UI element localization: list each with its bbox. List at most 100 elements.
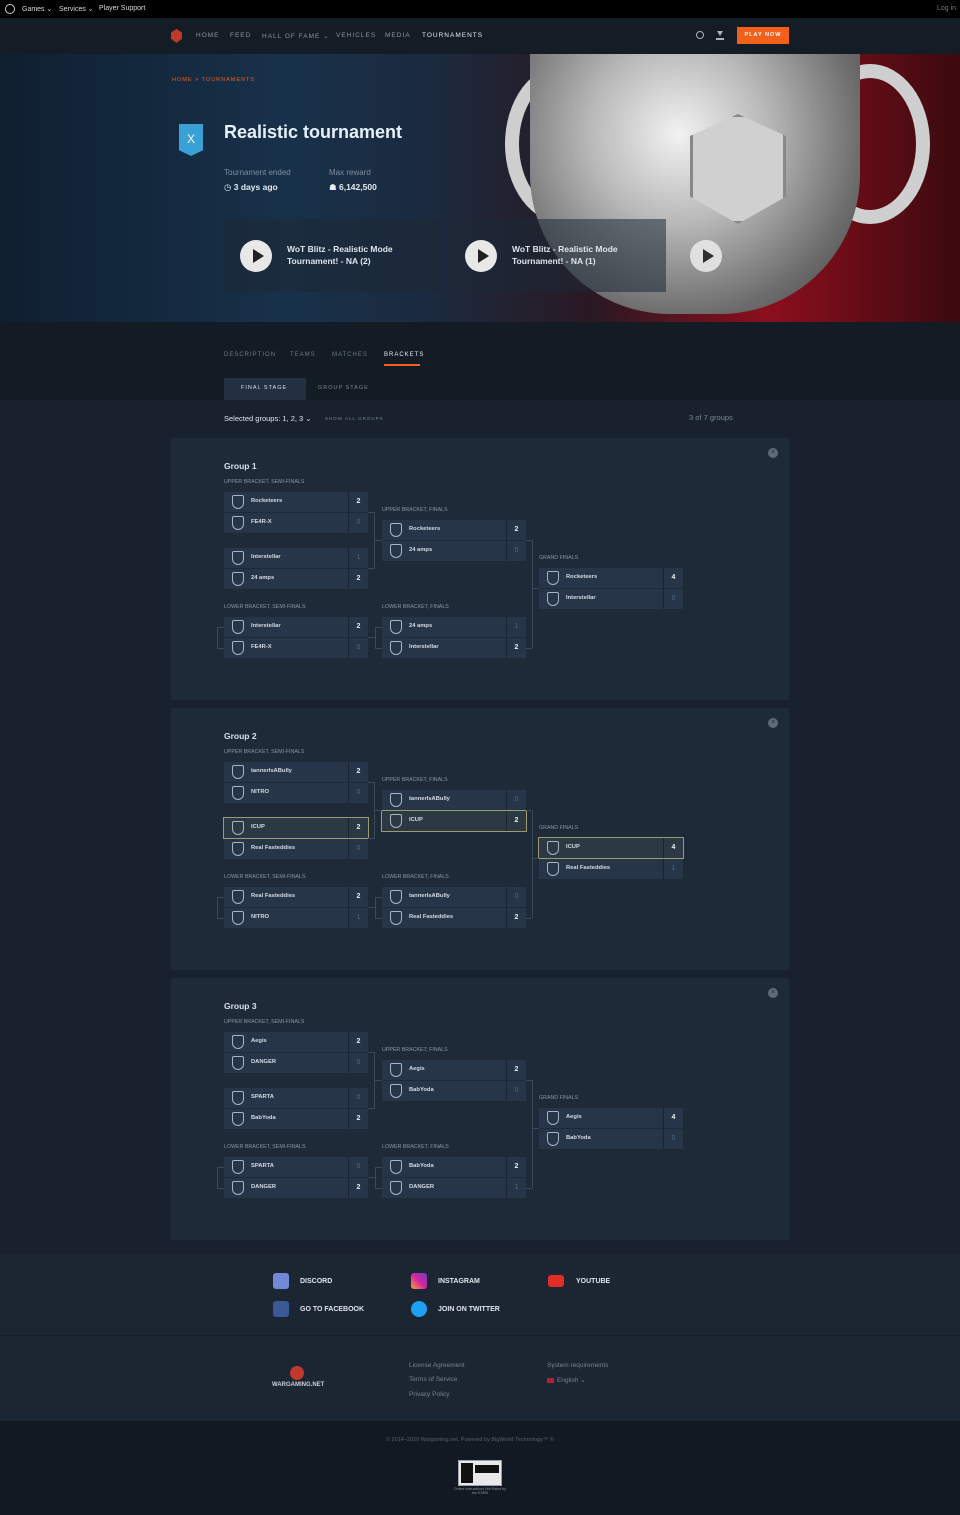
video-card-2[interactable]: WoT Blitz - Realistic Mode Tournament! -…: [449, 219, 666, 292]
close-icon[interactable]: ×: [768, 718, 778, 728]
team-row[interactable]: Interstellar 2: [382, 638, 526, 658]
team-row[interactable]: ICUP 4: [538, 837, 684, 859]
team-row[interactable]: BabYoda 0: [382, 1081, 526, 1101]
youtube-icon[interactable]: [548, 1275, 564, 1287]
play-icon[interactable]: [690, 240, 722, 272]
download-icon[interactable]: [716, 31, 724, 40]
instagram-link[interactable]: INSTAGRAM: [438, 1278, 480, 1285]
team-row[interactable]: Real Fasteddies 1: [539, 859, 683, 879]
team-row[interactable]: Real Fasteddies 2: [224, 887, 368, 907]
games-menu[interactable]: Games ⌄: [22, 5, 52, 13]
selected-groups-dropdown[interactable]: Selected groups: 1, 2, 3 ⌄: [224, 414, 312, 423]
play-icon[interactable]: [240, 240, 272, 272]
team-row[interactable]: NITRO 1: [224, 908, 368, 928]
rating-note: Online Interactions Not Rated by the ESR…: [454, 1487, 506, 1495]
license-link[interactable]: License Agreement: [409, 1362, 465, 1369]
discord-link[interactable]: DISCORD: [300, 1278, 332, 1285]
team-row[interactable]: FE4R-X 0: [224, 513, 368, 533]
team-row[interactable]: ICUP 2: [381, 810, 527, 832]
close-icon[interactable]: ×: [768, 448, 778, 458]
wargaming-logo-icon[interactable]: [5, 4, 15, 14]
team-row[interactable]: BabYoda 0: [539, 1129, 683, 1149]
team-row[interactable]: Rocketeers 2: [382, 520, 526, 540]
groups-count: 3 of 7 groups: [689, 413, 733, 422]
bracket-connector: [217, 1188, 224, 1189]
team-row[interactable]: Real Fasteddies 2: [382, 908, 526, 928]
team-row[interactable]: DANGER 1: [382, 1178, 526, 1198]
nav-media[interactable]: MEDIA: [385, 32, 411, 39]
video-card-1[interactable]: WoT Blitz - Realistic Mode Tournament! -…: [224, 219, 441, 292]
team-shield-icon: [232, 572, 244, 586]
tab-matches[interactable]: MATCHES: [332, 352, 368, 358]
nav-vehicles[interactable]: VEHICLES: [336, 32, 376, 39]
team-row[interactable]: DANGER 2: [224, 1178, 368, 1198]
login-link[interactable]: Log in: [937, 5, 956, 12]
twitter-link[interactable]: JOIN ON TWITTER: [438, 1306, 500, 1313]
team-row[interactable]: ICUP 2: [223, 817, 369, 839]
team-row[interactable]: Aegis 2: [382, 1060, 526, 1080]
nav-home[interactable]: HOME: [196, 32, 220, 39]
team-row[interactable]: tannerIsABully 0: [382, 887, 526, 907]
tab-teams[interactable]: TEAMS: [290, 352, 316, 358]
team-row[interactable]: 24 amps 2: [224, 569, 368, 589]
tab-brackets[interactable]: BRACKETS: [384, 352, 424, 358]
team-name: BabYoda: [251, 1115, 276, 1121]
twitter-icon[interactable]: [411, 1301, 427, 1317]
player-support-link[interactable]: Player Support: [99, 5, 145, 12]
team-row[interactable]: Interstellar 1: [224, 548, 368, 568]
page-title: Realistic tournament: [224, 122, 403, 142]
team-row[interactable]: Real Fasteddies 0: [224, 839, 368, 859]
privacy-link[interactable]: Privacy Policy: [409, 1391, 449, 1398]
play-now-button[interactable]: PLAY NOW: [737, 27, 789, 44]
facebook-icon[interactable]: [273, 1301, 289, 1317]
team-row[interactable]: Rocketeers 4: [539, 568, 683, 588]
group-title: Group 3: [224, 1001, 257, 1011]
close-icon[interactable]: ×: [768, 988, 778, 998]
team-row[interactable]: Aegis 2: [224, 1032, 368, 1052]
facebook-link[interactable]: GO TO FACEBOOK: [300, 1306, 364, 1313]
team-row[interactable]: 24 amps 1: [382, 617, 526, 637]
team-row[interactable]: Rocketeers 2: [224, 492, 368, 512]
team-shield-icon: [232, 551, 244, 565]
play-icon[interactable]: [465, 240, 497, 272]
team-row[interactable]: NITRO 0: [224, 783, 368, 803]
team-row[interactable]: Interstellar 2: [224, 617, 368, 637]
subtab-group-stage[interactable]: GROUP STAGE: [318, 385, 369, 391]
team-row[interactable]: Aegis 4: [539, 1108, 683, 1128]
search-icon[interactable]: [696, 31, 704, 39]
breadcrumb[interactable]: HOME > TOURNAMENTS: [172, 77, 255, 83]
team-row[interactable]: tannerIsABully 0: [382, 790, 526, 810]
team-row[interactable]: Interstellar 0: [539, 589, 683, 609]
team-row[interactable]: BabYoda 2: [382, 1157, 526, 1177]
team-row[interactable]: DANGER 0: [224, 1053, 368, 1073]
team-row[interactable]: SPARTA 0: [224, 1088, 368, 1108]
team-shield-icon: [390, 890, 402, 904]
tab-description[interactable]: DESCRIPTION: [224, 352, 276, 358]
terms-link[interactable]: Terms of Service: [409, 1376, 457, 1383]
system-requirements-link[interactable]: System requirements: [547, 1362, 608, 1369]
section-label: LOWER BRACKET, FINALS: [382, 1144, 449, 1150]
team-row[interactable]: SPARTA 0: [224, 1157, 368, 1177]
team-score: 1: [663, 859, 683, 879]
team-shield-icon: [232, 911, 244, 925]
team-shield-icon: [232, 842, 244, 856]
show-all-groups-button[interactable]: SHOW ALL GROUPS: [325, 416, 384, 421]
team-row[interactable]: 24 amps 0: [382, 541, 526, 561]
services-menu[interactable]: Services ⌄: [59, 5, 94, 13]
team-row[interactable]: FE4R-X 0: [224, 638, 368, 658]
team-row[interactable]: tannerIsABully 2: [224, 762, 368, 782]
team-shield-icon: [390, 641, 402, 655]
wargaming-logo-icon[interactable]: [290, 1366, 304, 1380]
team-name: Real Fasteddies: [251, 845, 296, 851]
nav-feed[interactable]: FEED: [230, 32, 251, 39]
section-label: LOWER BRACKET, SEMI-FINALS: [224, 874, 306, 880]
nav-hall-of-fame[interactable]: HALL OF FAME ⌄: [262, 32, 330, 40]
instagram-icon[interactable]: [411, 1273, 427, 1289]
subtab-final-stage[interactable]: FINAL STAGE: [241, 385, 287, 391]
youtube-link[interactable]: YOUTUBE: [576, 1278, 610, 1285]
discord-icon[interactable]: [273, 1273, 289, 1289]
team-row[interactable]: BabYoda 2: [224, 1109, 368, 1129]
tournament-ended-label: Tournament ended: [224, 168, 291, 177]
nav-tournaments[interactable]: TOURNAMENTS: [422, 32, 483, 39]
language-selector[interactable]: English ⌄: [557, 1376, 586, 1384]
